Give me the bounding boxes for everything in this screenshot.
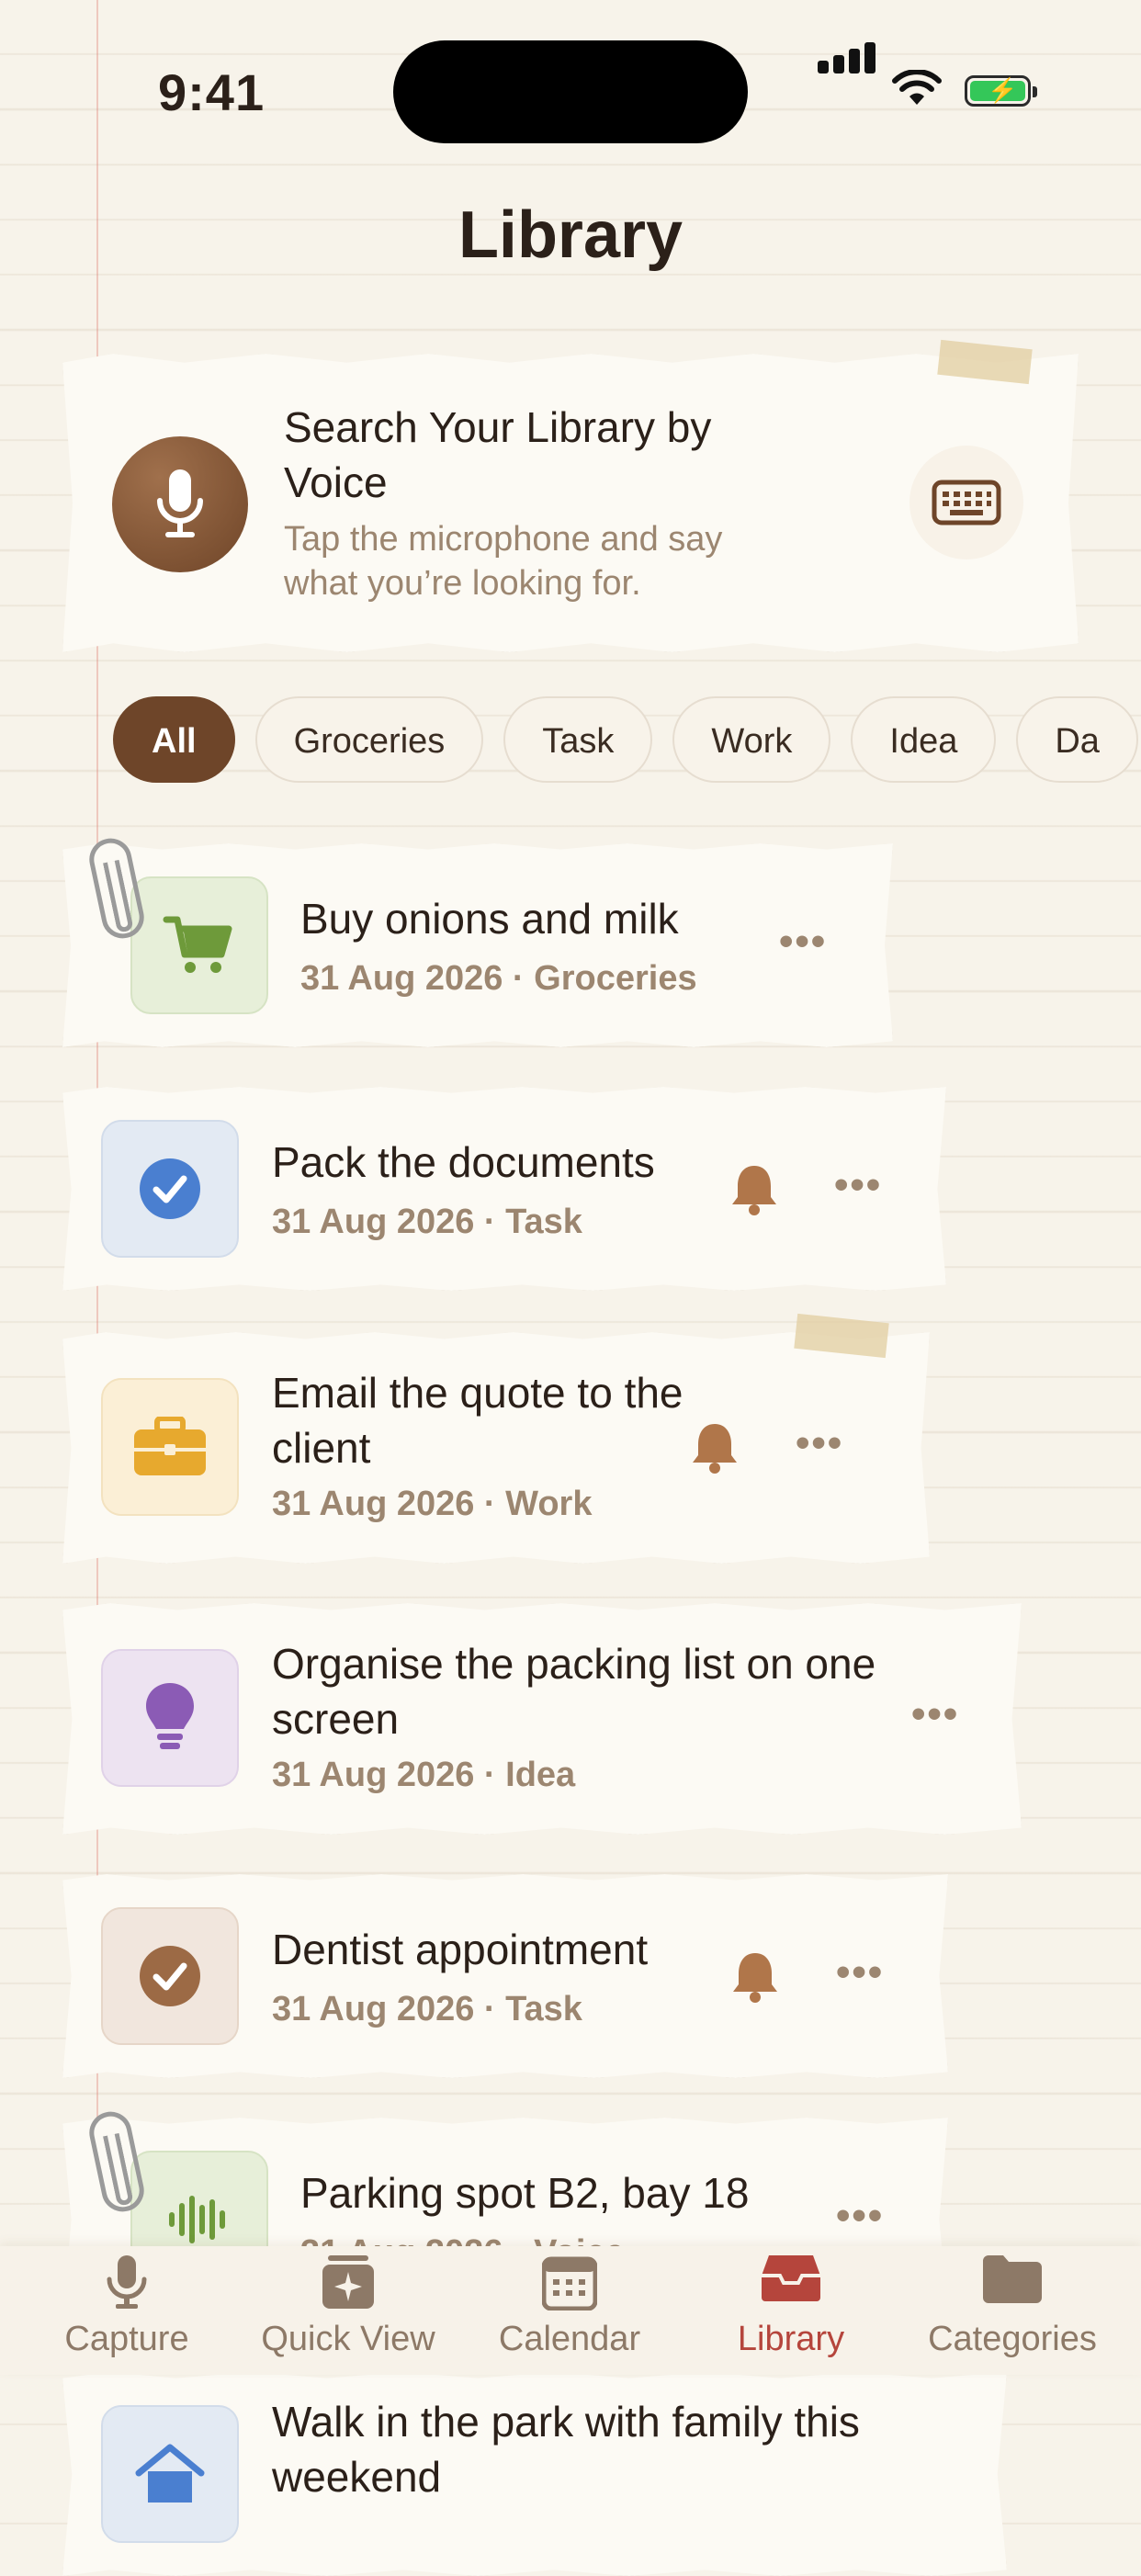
cart-icon [163,916,232,973]
keyboard-search-button[interactable] [909,446,1023,559]
bell-icon[interactable] [729,1949,781,2005]
item-meta: 31 Aug 2026 · Idea [272,1756,576,1794]
item-title: Email the quote to the client [272,1369,683,1472]
tab-library[interactable]: Library [681,2246,901,2375]
list-item[interactable]: Walk in the park with family this weeken… [62,2372,1007,2576]
lightbulb-icon [146,1683,194,1749]
battery-icon: ⚡ [965,75,1037,107]
bell-icon[interactable] [689,1420,740,1475]
tab-categories[interactable]: Categories [902,2246,1123,2375]
keyboard-icon [932,480,1001,525]
item-title: Buy onions and milk [300,895,679,943]
item-title: Walk in the park with family this weeken… [272,2398,860,2501]
item-more-button[interactable]: ••• [836,1949,884,1995]
tab-calendar[interactable]: Calendar [459,2246,680,2375]
microphone-icon [157,469,203,537]
item-title: Pack the documents [272,1138,655,1186]
briefcase-icon [134,1417,206,1475]
tab-label: Quick View [261,2320,435,2358]
voice-search-card: Search Your Library by Voice Tap the mic… [62,354,1079,652]
microphone-icon [107,2255,147,2309]
item-title: Organise the packing list on one screen [272,1640,876,1743]
item-icon-tile [101,1649,239,1787]
list-item[interactable]: Pack the documents 31 Aug 2026 · Task ••… [62,1087,946,1291]
item-icon-tile [101,1378,239,1516]
waveform-icon [169,2196,225,2243]
status-bar: 9:41 ⚡ [0,0,1141,184]
inbox-tray-icon [762,2255,820,2301]
wifi-icon [892,70,942,105]
item-more-button[interactable]: ••• [911,1691,959,1737]
calendar-icon [542,2256,597,2310]
tab-label: Calendar [498,2320,641,2358]
tab-label: Categories [928,2320,1097,2358]
item-meta: 31 Aug 2026 · Task [272,1990,582,2028]
tab-label: Capture [64,2320,189,2358]
item-more-button[interactable]: ••• [779,919,827,965]
item-more-button[interactable]: ••• [796,1420,843,1466]
check-circle-icon [140,1946,200,2006]
item-more-button[interactable]: ••• [834,1162,882,1208]
bell-icon[interactable] [729,1162,780,1217]
list-item[interactable]: Organise the packing list on one screen … [62,1603,1022,1835]
list-item[interactable]: Email the quote to the client 31 Aug 202… [62,1332,930,1564]
tab-bar: Capture Quick View Calendar Library Cate… [0,2246,1141,2375]
voice-search-mic-button[interactable] [112,436,248,572]
filter-chip-idea[interactable]: Idea [851,696,997,783]
item-icon-tile [130,876,268,1014]
list-item[interactable]: Buy onions and milk 31 Aug 2026 · Grocer… [62,843,893,1047]
filter-chip-work[interactable]: Work [672,696,831,783]
filter-chip-partial[interactable]: Da [1016,696,1138,783]
item-icon-tile [101,1120,239,1258]
list-item[interactable]: Dentist appointment 31 Aug 2026 · Task •… [62,1874,948,2078]
folder-icon [983,2255,1042,2303]
tab-label: Library [737,2320,845,2358]
filter-chip-all[interactable]: All [113,696,235,783]
voice-search-subtitle: Tap the microphone and say what you’re l… [284,520,723,603]
item-icon-tile [101,2405,239,2543]
dynamic-island [393,40,748,143]
filter-chip-task[interactable]: Task [503,696,653,783]
item-meta: 31 Aug 2026 · Work [272,1485,593,1523]
page-title: Library [458,198,683,272]
filter-chip-groceries[interactable]: Groceries [254,696,484,783]
status-time: 9:41 [158,63,265,121]
home-icon [135,2444,205,2503]
item-meta: 31 Aug 2026 · Task [272,1203,582,1241]
filter-chips: All Groceries Task Work Idea Da [113,696,1141,786]
sparkle-card-icon [322,2255,374,2309]
tab-quick-view[interactable]: Quick View [238,2246,458,2375]
item-meta: 31 Aug 2026 · Groceries [300,959,697,998]
item-icon-tile [101,1907,239,2045]
tab-capture[interactable]: Capture [17,2246,237,2375]
item-title: Dentist appointment [272,1926,649,1973]
item-title: Parking spot B2, bay 18 [300,2169,750,2217]
check-circle-icon [140,1158,200,1219]
voice-search-title: Search Your Library by Voice [284,403,712,506]
item-more-button[interactable]: ••• [836,2193,884,2239]
